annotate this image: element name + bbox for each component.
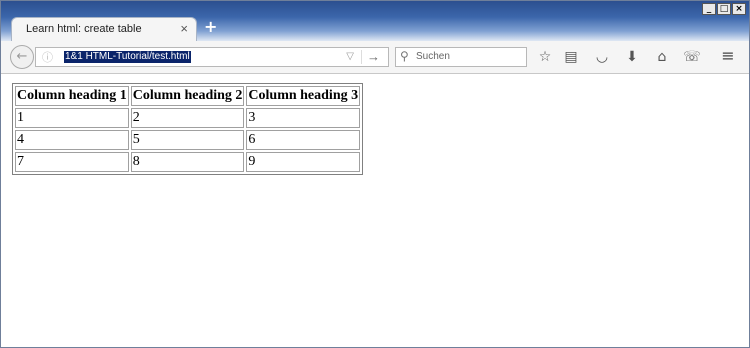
back-button[interactable]: ← [10, 45, 34, 69]
tab-title: Learn html: create table [26, 23, 142, 35]
search-icon: ⚲ [400, 49, 409, 63]
go-arrow-icon[interactable]: → [367, 49, 380, 64]
menu-icon[interactable]: ≡ [717, 47, 739, 67]
table-cell: 6 [246, 130, 361, 150]
pocket-icon[interactable]: ◡ [593, 49, 611, 67]
minimize-button[interactable]: _ [702, 3, 716, 15]
star-icon[interactable]: ☆ [536, 49, 554, 67]
column-heading: Column heading 1 [15, 86, 129, 106]
table-header-row: Column heading 1 Column heading 2 Column… [15, 86, 361, 106]
tab-close-icon[interactable]: × [180, 21, 188, 36]
new-tab-button[interactable]: + [204, 18, 217, 36]
reading-list-icon[interactable]: ▤ [562, 49, 580, 67]
column-heading: Column heading 3 [246, 86, 361, 106]
navigation-bar: ← ⓘ 1&1 HTML-Tutorial/test.html ▽ → ⚲ ☆ … [1, 41, 749, 74]
table-cell: 2 [130, 108, 245, 128]
tab-active[interactable]: Learn html: create table × [11, 17, 197, 41]
table-cell: 3 [246, 108, 361, 128]
search-input[interactable] [416, 51, 520, 62]
divider [361, 50, 362, 64]
download-icon[interactable]: ⬇ [623, 49, 641, 67]
column-heading: Column heading 2 [130, 86, 245, 106]
table-cell: 8 [130, 152, 245, 172]
info-icon[interactable]: ⓘ [42, 49, 53, 65]
search-bar[interactable]: ⚲ [395, 47, 527, 67]
history-dropdown-icon[interactable]: ▽ [346, 51, 354, 62]
window-close-button[interactable]: × [732, 3, 746, 15]
home-icon[interactable]: ⌂ [653, 49, 671, 67]
table-row: 1 2 3 [15, 108, 361, 128]
table-row: 7 8 9 [15, 152, 361, 172]
hello-icon[interactable]: ☏ [683, 49, 701, 67]
address-bar[interactable]: ⓘ 1&1 HTML-Tutorial/test.html ▽ → [35, 47, 389, 67]
title-bar: _ □ × Learn html: create table × + [1, 1, 749, 41]
table-cell: 4 [15, 130, 129, 150]
table-row: 4 5 6 [15, 130, 361, 150]
table-cell: 7 [15, 152, 129, 172]
browser-window: _ □ × Learn html: create table × + ← ⓘ 1… [0, 0, 750, 348]
window-controls: _ □ × [702, 3, 746, 15]
data-table: Column heading 1 Column heading 2 Column… [12, 83, 364, 175]
table-cell: 1 [15, 108, 129, 128]
url-text[interactable]: 1&1 HTML-Tutorial/test.html [64, 51, 191, 63]
table-cell: 5 [130, 130, 245, 150]
table-cell: 9 [246, 152, 361, 172]
maximize-button[interactable]: □ [717, 3, 731, 15]
page-content: Column heading 1 Column heading 2 Column… [1, 74, 749, 347]
